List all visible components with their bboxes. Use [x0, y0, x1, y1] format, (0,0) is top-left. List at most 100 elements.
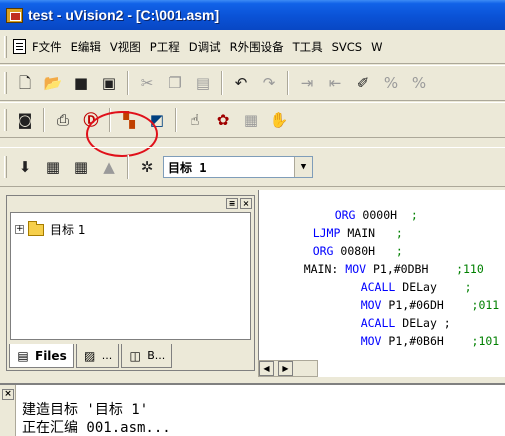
output-line: 建造目标 '目标 1' [22, 402, 149, 418]
menu-peripherals[interactable]: R外围设备 [230, 39, 284, 55]
tree-node-label[interactable]: 目标 1 [50, 221, 85, 238]
code-comment: ;011 [471, 298, 500, 312]
undo-icon[interactable]: ↶ [229, 71, 253, 95]
panel-dock-icon[interactable]: ≡ [226, 197, 238, 209]
print-icon[interactable]: ⎙ [51, 108, 75, 132]
toggle-bookmark-icon[interactable]: % [379, 71, 403, 95]
stop-build-icon[interactable]: ▲ [97, 155, 121, 179]
memory-window-icon[interactable]: ▦ [239, 108, 263, 132]
menu-window[interactable]: W [371, 40, 382, 54]
paste-icon[interactable]: ▤ [191, 71, 215, 95]
toolbar-separator [127, 155, 129, 179]
code-line: MOV P1,#06DH ;011 [333, 284, 500, 312]
watch-icon[interactable]: ✿ [211, 108, 235, 132]
target-options-icon[interactable]: ▚ [117, 108, 141, 132]
save-all-icon[interactable]: ▣ [97, 71, 121, 95]
toolbar-separator [43, 108, 45, 132]
tab-files[interactable]: ▤ Files [9, 344, 74, 368]
output-window: × 建造目标 '目标 1' 正在汇编 001.asm... [0, 383, 505, 436]
toolbar-separator [221, 71, 223, 95]
code-line: LJMP MAIN ; [285, 212, 403, 240]
open-file-icon[interactable]: 📂 [41, 71, 65, 95]
menu-svcs[interactable]: SVCS [332, 40, 363, 54]
menu-bar: F文件 E编辑 V视图 P工程 D调试 R外围设备 T工具 SVCS W [0, 30, 505, 64]
code-mnemonic: MOV [360, 334, 382, 348]
toolbar-separator [287, 71, 289, 95]
target-wand-icon[interactable]: ✲ [135, 155, 159, 179]
uvision-app-icon[interactable] [6, 7, 23, 23]
rebuild-all-icon[interactable]: ▦ [69, 155, 93, 179]
tab-files-label: Files [35, 348, 67, 363]
books-icon: ◫ [129, 348, 141, 363]
code-line: MOV P1,#0B6H ;101 [333, 320, 500, 348]
panel-tabs: ▤ Files ▨ ... ◫ B... [9, 344, 174, 368]
debug-toolbar: ◙ ⎙ Ⓓ ▚ ◩ ☝ ✿ ▦ ✋ [0, 102, 505, 138]
translate-icon[interactable]: ⬇ [13, 155, 37, 179]
bookmark-icon[interactable]: ✐ [351, 71, 375, 95]
code-line: ORG 0000H ; [259, 194, 418, 222]
output-sidebar: × [0, 385, 16, 436]
find-icon[interactable]: % [407, 71, 431, 95]
toolbar-separator [109, 108, 111, 132]
menu-file[interactable]: F文件 [32, 39, 62, 55]
save-icon[interactable]: ■ [69, 71, 93, 95]
window-title: test - uVision2 - [C:\001.asm] [28, 7, 220, 23]
code-operand: P1,#0B6H [388, 334, 444, 348]
close-icon[interactable]: × [2, 389, 14, 400]
build-target-icon[interactable]: ▦ [41, 155, 65, 179]
target-select-value: 目标 1 [168, 160, 207, 175]
tree-node-target[interactable]: + 目标 1 [15, 220, 85, 238]
menu-project[interactable]: P工程 [150, 39, 180, 55]
scroll-left-icon[interactable]: ◀ [259, 361, 274, 376]
output-line: 正在汇编 001.asm... [22, 420, 171, 436]
indent-icon[interactable]: ⇥ [295, 71, 319, 95]
hand-icon[interactable]: ☝ [183, 108, 207, 132]
file-toolbar: 🗋 📂 ■ ▣ ✂ ❐ ▤ ↶ ↷ ⇥ ⇤ ✐ % % [0, 65, 505, 101]
cut-icon[interactable]: ✂ [135, 71, 159, 95]
tab-books[interactable]: ◫ B... [121, 344, 173, 368]
target-select[interactable]: 目标 1 ▼ [163, 156, 313, 178]
run-hand-icon[interactable]: ✋ [267, 108, 291, 132]
files-icon: ▤ [17, 348, 29, 363]
tab-regs-label: ... [101, 349, 113, 362]
title-bar: test - uVision2 - [C:\001.asm] [0, 0, 505, 30]
project-workspace-panel: ≡ × + 目标 1 ▤ Files ▨ ... ◫ B... [6, 195, 255, 371]
copy-icon[interactable]: ❐ [163, 71, 187, 95]
code-line: MAIN: MOV P1,#0DBH ;110 [276, 248, 484, 276]
regs-icon: ▨ [84, 348, 96, 363]
source-editor[interactable]: ORG 0000H ; LJMP MAIN ; ORG 0080H ; MAIN… [258, 190, 505, 377]
toolbar-separator [175, 108, 177, 132]
code-comment: ;101 [471, 334, 500, 348]
menu-tools[interactable]: T工具 [293, 39, 323, 55]
build-toolbar: ⬇ ▦ ▦ ▲ ✲ 目标 1 ▼ [0, 147, 505, 187]
redo-icon[interactable]: ↷ [257, 71, 281, 95]
panel-header: ≡ × [7, 196, 254, 210]
toolbar-grip[interactable] [4, 156, 7, 178]
toolbar-grip[interactable] [4, 72, 7, 94]
toolbar-separator [127, 71, 129, 95]
window-layout-icon[interactable]: ◩ [145, 108, 169, 132]
menu-edit[interactable]: E编辑 [71, 39, 101, 55]
unindent-icon[interactable]: ⇤ [323, 71, 347, 95]
toolbar-grip[interactable] [4, 109, 7, 131]
chevron-down-icon[interactable]: ▼ [294, 157, 312, 177]
project-icon[interactable]: ◙ [13, 108, 37, 132]
code-comment: ; [410, 208, 418, 222]
editor-horizontal-scrollbar[interactable]: ◀ ▶ [258, 360, 318, 377]
debug-session-icon[interactable]: Ⓓ [79, 108, 103, 132]
tab-regs[interactable]: ▨ ... [75, 344, 120, 368]
menu-view[interactable]: V视图 [110, 39, 141, 55]
document-menu-icon[interactable] [13, 39, 26, 54]
project-tree[interactable]: + 目标 1 [10, 212, 251, 340]
code-line: ACALL DELay ; [333, 302, 451, 330]
tab-books-label: B... [147, 349, 166, 362]
code-line: ORG 0080H ; [285, 230, 403, 258]
scroll-right-icon[interactable]: ▶ [278, 361, 293, 376]
close-icon[interactable]: × [240, 197, 252, 209]
menu-grip[interactable] [4, 35, 7, 58]
code-line: ACALL DELay ; [333, 266, 472, 294]
new-file-icon[interactable]: 🗋 [13, 71, 37, 95]
folder-icon [28, 220, 44, 236]
menu-debug[interactable]: D调试 [189, 39, 221, 55]
expand-icon[interactable]: + [15, 225, 24, 234]
